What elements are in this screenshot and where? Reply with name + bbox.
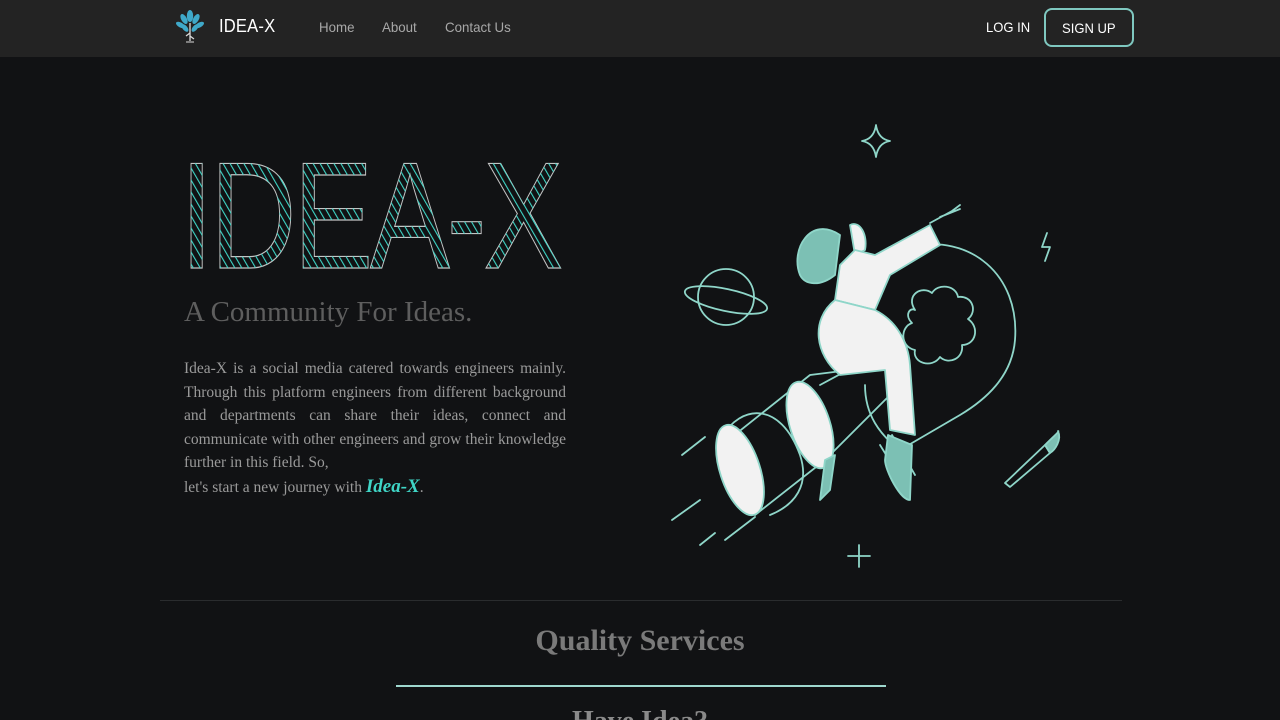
nav-contact-link[interactable]: Contact Us xyxy=(445,19,511,35)
plus-icon xyxy=(847,544,871,568)
hero-description-text: Idea-X is a social media catered towards… xyxy=(184,360,566,471)
hero-description-end-text: let's start a new journey with xyxy=(184,478,362,496)
services-underline xyxy=(396,685,886,687)
paintbrush-icon xyxy=(1004,444,1051,488)
hero-title: IDEA-X IDEA-X xyxy=(180,150,566,275)
services-subtitle: Have Idea? xyxy=(0,706,1280,720)
nav-links: Home About Contact Us xyxy=(319,19,540,35)
nav-home-link[interactable]: Home xyxy=(319,19,354,35)
tree-logo-icon xyxy=(175,10,205,43)
hero-description: Idea-X is a social media catered towards… xyxy=(184,357,566,499)
person-legs xyxy=(817,299,916,436)
login-button[interactable]: LOG IN xyxy=(986,19,1030,35)
navbar: IDEA-X Home About Contact Us LOG IN SIGN… xyxy=(0,0,1280,57)
rocket-lightbulb-illustration xyxy=(671,124,1061,568)
person-torso xyxy=(834,224,941,311)
sparkle-icon xyxy=(861,124,891,158)
login-label: LOG IN xyxy=(986,19,1031,35)
hero-tagline: A Community For Ideas. xyxy=(184,296,473,328)
section-divider xyxy=(160,600,1122,601)
hero-period: . xyxy=(419,478,424,496)
hero-description-end: let's start a new journey with Idea-X. xyxy=(184,475,566,500)
planet-icon xyxy=(697,268,755,326)
services-title: Quality Services xyxy=(535,624,745,657)
signup-button[interactable]: SIGN UP xyxy=(1044,8,1134,47)
brand-name: IDEA-X xyxy=(219,15,276,36)
signup-label: SIGN UP xyxy=(1062,19,1116,36)
nav-about-link[interactable]: About xyxy=(382,19,417,35)
brain-icon xyxy=(902,285,976,365)
brand[interactable]: IDEA-X xyxy=(175,9,280,43)
hero-title-fill: IDEA-X xyxy=(180,150,561,275)
hero-brand-emphasis: Idea-X xyxy=(365,475,420,497)
lightning-icon xyxy=(1041,232,1051,262)
